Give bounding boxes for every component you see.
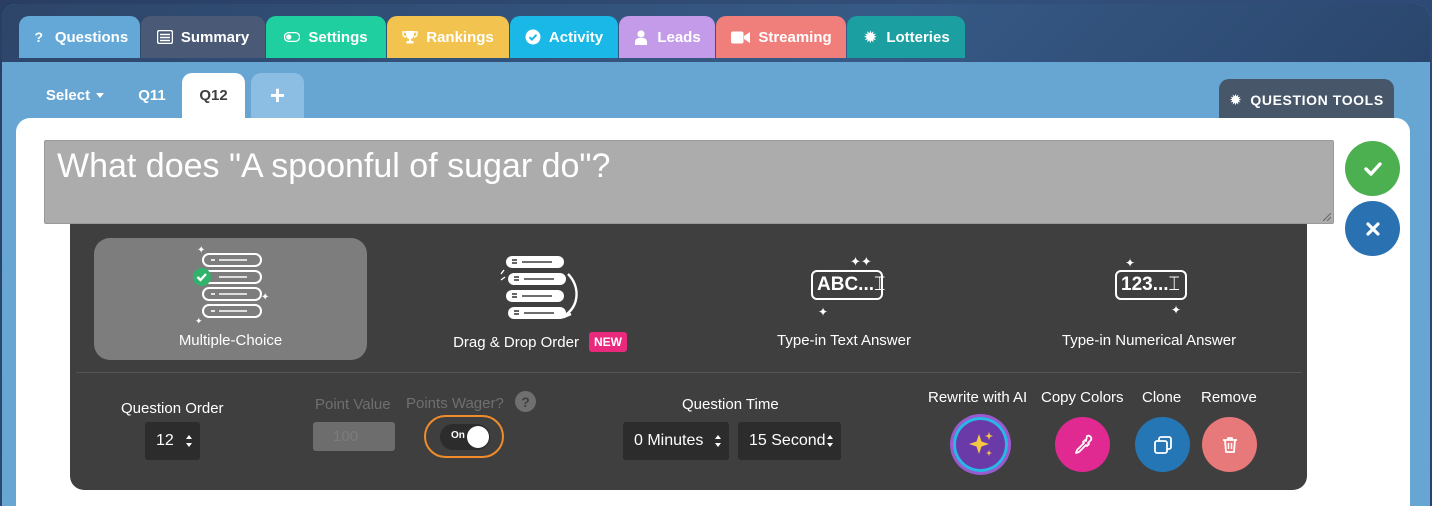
tab-label: Settings: [308, 28, 368, 46]
clone-button[interactable]: [1135, 417, 1190, 472]
gear-icon: ✹: [863, 27, 878, 47]
minutes-select[interactable]: 0 Minutes: [623, 422, 729, 460]
close-icon: [1365, 221, 1380, 236]
question-tools-button[interactable]: ✹ QUESTION TOOLS: [1219, 79, 1394, 121]
gear-icon: ✹: [1229, 92, 1243, 109]
copy-icon: [1153, 435, 1172, 454]
tab-label: Questions: [54, 28, 129, 46]
points-wager-toggle[interactable]: On: [424, 415, 504, 458]
type-label: Type-in Numerical Answer: [1061, 332, 1237, 349]
point-value: 100: [333, 428, 359, 445]
icon-text: ABC...: [817, 274, 874, 295]
tab-label: Activity: [548, 28, 604, 46]
updown-arrows-icon: [715, 435, 721, 447]
select-dropdown[interactable]: Select: [34, 73, 116, 118]
trash-icon: [1222, 436, 1237, 453]
question-order-select[interactable]: 12: [145, 422, 200, 460]
sub-tab-label: Q12: [199, 87, 228, 104]
tab-label: Leads: [657, 28, 701, 46]
check-circle-icon: [525, 29, 541, 45]
tab-label: Rankings: [426, 28, 494, 46]
question-icon: ?: [34, 29, 44, 45]
new-badge: NEW: [588, 332, 627, 352]
toggle-icon: [284, 29, 301, 45]
rewrite-ai-button[interactable]: [953, 417, 1008, 472]
minutes-value: 0 Minutes: [634, 432, 704, 449]
type-label: Drag & Drop Order: [453, 333, 579, 351]
divider: [76, 372, 1302, 373]
copy-colors-label: Copy Colors: [1041, 389, 1124, 406]
sub-tab-label: Q11: [138, 87, 166, 104]
tab-lotteries[interactable]: ✹ Lotteries: [847, 16, 965, 58]
eyedropper-icon: [1074, 434, 1092, 454]
plus-icon: +: [269, 80, 286, 110]
sparkles-icon: [968, 431, 993, 456]
point-value-label: Point Value: [315, 396, 391, 413]
add-question-button[interactable]: +: [251, 73, 304, 118]
tab-label: Streaming: [758, 28, 832, 46]
tab-summary[interactable]: Summary: [141, 16, 265, 58]
seconds-select[interactable]: 15 Seconds: [738, 422, 841, 460]
tab-q11[interactable]: Q11: [124, 73, 180, 118]
tab-settings[interactable]: Settings: [266, 16, 386, 58]
tab-label: Summary: [180, 28, 250, 46]
toggle-knob: [467, 426, 489, 448]
type-label: Multiple-Choice: [178, 332, 283, 349]
type-text-answer[interactable]: ✦✦ ABC... ⌶ ✦ Type-in Text Answer: [744, 238, 944, 360]
caret-down-icon: [96, 93, 105, 98]
points-wager-label: Points Wager?: [406, 395, 504, 412]
question-text: What does "A spoonful of sugar do"?: [57, 147, 611, 185]
updown-arrows-icon: [825, 433, 835, 449]
svg-text:✦: ✦: [197, 245, 205, 256]
type-drag-drop-order[interactable]: Drag & Drop Order NEW: [440, 238, 640, 360]
type-label: Type-in Text Answer: [777, 332, 911, 349]
toggle-text: On: [451, 430, 465, 441]
remove-button[interactable]: [1202, 417, 1257, 472]
select-label: Select: [45, 87, 91, 104]
point-value-input: 100: [313, 422, 395, 451]
tab-activity[interactable]: Activity: [510, 16, 618, 58]
tab-leads[interactable]: Leads: [619, 16, 715, 58]
text-answer-icon: ✦✦ ABC... ⌶ ✦: [804, 242, 885, 324]
remove-label: Remove: [1201, 389, 1257, 406]
seconds-value: 15 Seconds: [749, 432, 834, 449]
confirm-button[interactable]: [1345, 141, 1400, 196]
list-icon: [156, 29, 173, 45]
tab-label: Lotteries: [886, 28, 950, 46]
svg-text:✦: ✦: [261, 292, 269, 303]
cancel-button[interactable]: [1345, 201, 1400, 256]
toggle-track: On: [440, 424, 490, 450]
trophy-icon: [402, 29, 418, 45]
clone-label: Clone: [1142, 389, 1182, 406]
resize-handle-icon[interactable]: [1323, 213, 1331, 221]
help-icon[interactable]: ?: [515, 391, 536, 412]
drag-drop-icon: [498, 242, 582, 324]
question-order-label: Question Order: [121, 400, 224, 417]
tab-rankings[interactable]: Rankings: [387, 16, 509, 58]
question-tools-label: QUESTION TOOLS: [1250, 92, 1384, 108]
updown-arrows-icon: [186, 435, 192, 447]
tab-streaming[interactable]: Streaming: [716, 16, 846, 58]
numerical-answer-icon: ✦ 123... ⌶ ✦: [1109, 242, 1189, 324]
video-icon: [730, 29, 750, 45]
question-order-value: 12: [156, 432, 174, 449]
question-text-input[interactable]: What does "A spoonful of sugar do"?: [44, 140, 1334, 224]
rewrite-ai-label: Rewrite with AI: [928, 389, 1028, 406]
check-icon: [1363, 161, 1382, 176]
question-time-label: Question Time: [682, 396, 779, 413]
type-multiple-choice[interactable]: ✦ ✦ ✦ Multiple-Choice: [94, 238, 367, 360]
copy-colors-button[interactable]: [1055, 417, 1110, 472]
tab-q12[interactable]: Q12: [182, 73, 245, 118]
svg-text:✦: ✦: [195, 317, 203, 324]
tab-questions[interactable]: ? Questions: [19, 16, 140, 58]
multiple-choice-icon: ✦ ✦ ✦: [191, 242, 271, 324]
type-numerical-answer[interactable]: ✦ 123... ⌶ ✦ Type-in Numerical Answer: [1044, 238, 1254, 360]
user-icon: [633, 29, 649, 45]
icon-text: 123...: [1121, 274, 1169, 295]
